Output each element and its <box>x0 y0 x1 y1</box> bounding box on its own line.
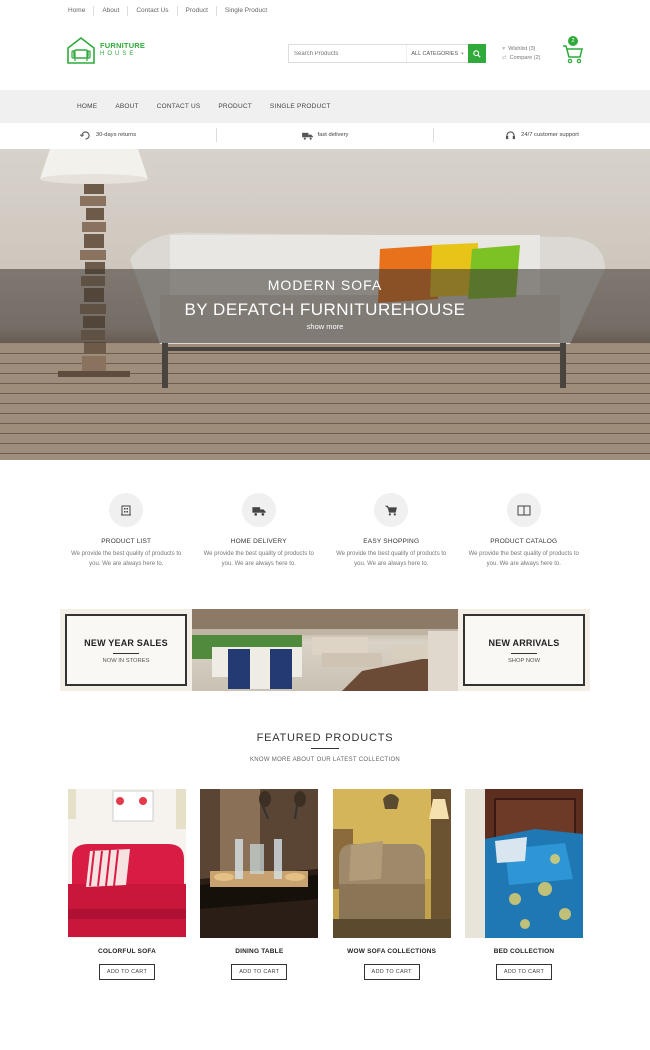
dining-table-image <box>200 789 319 938</box>
book-icon <box>517 505 531 515</box>
hero-slider[interactable]: MODERN SOFA BY DEFATCH FURNITUREHOUSE sh… <box>0 149 650 460</box>
cart-button[interactable]: 2 <box>562 36 584 64</box>
toplink-home[interactable]: Home <box>60 6 95 16</box>
promo-sub: SHOP NOW <box>507 658 541 664</box>
main-nav: HOME ABOUT CONTACT US PRODUCT SINGLE PRO… <box>0 90 650 123</box>
add-to-cart-button[interactable]: ADD TO CART <box>495 964 552 980</box>
feature-delivery: fast delivery <box>217 128 434 142</box>
toplink-single-product[interactable]: Single Product <box>217 6 275 16</box>
compare-link[interactable]: ⇄ Compare (2) <box>502 54 540 63</box>
search-bar: ALL CATEGORIES ▾ <box>288 44 486 63</box>
house-sofa-logo-icon <box>67 36 95 64</box>
cart-icon <box>384 505 397 516</box>
nav-contact-us[interactable]: CONTACT US <box>148 103 210 110</box>
featured-divider <box>311 748 339 749</box>
service-easy-shopping: EASY SHOPPING We provide the best qualit… <box>325 493 458 569</box>
product-card: DINING TABLE ADD TO CART <box>200 789 319 980</box>
search-input[interactable] <box>289 45 406 62</box>
service-desc: We provide the best quality of products … <box>203 551 314 567</box>
product-card: COLORFUL SOFA ADD TO CART <box>68 789 186 980</box>
product-image[interactable] <box>332 789 451 938</box>
service-desc: We provide the best quality of products … <box>468 551 579 567</box>
promo-divider <box>511 653 537 654</box>
category-select[interactable]: ALL CATEGORIES ▾ <box>406 45 468 62</box>
search-icon <box>473 49 481 58</box>
cart-count-badge: 2 <box>568 36 578 46</box>
promo-new-arrivals[interactable]: NEW ARRIVALS SHOP NOW <box>458 609 590 691</box>
promo-banner: NEW YEAR SALES NOW IN STORES NEW ARRIVAL… <box>60 609 590 691</box>
featured-title: FEATURED PRODUCTS <box>256 732 394 744</box>
add-to-cart-button[interactable]: ADD TO CART <box>99 964 155 980</box>
add-to-cart-button[interactable]: ADD TO CART <box>363 964 420 980</box>
nav-product[interactable]: PRODUCT <box>209 103 261 110</box>
feature-support: 24/7 customer support <box>434 128 650 142</box>
service-icon-circle <box>374 493 409 527</box>
return-icon <box>79 130 90 140</box>
service-icon-circle <box>241 493 276 527</box>
product-name[interactable]: BED COLLECTION <box>465 948 583 955</box>
add-to-cart-button[interactable]: ADD TO CART <box>231 964 288 980</box>
heart-icon: ♥ <box>502 46 506 52</box>
logo-line1: FURNITURE <box>100 41 146 50</box>
showroom-image <box>192 609 458 691</box>
service-desc: We provide the best quality of products … <box>336 551 447 567</box>
service-home-delivery: HOME DELIVERY We provide the best qualit… <box>193 493 326 569</box>
service-icon-circle <box>506 493 541 527</box>
featured-subtitle: KNOW MORE ABOUT OUR LATEST COLLECTION <box>249 757 401 763</box>
hero-show-more-link[interactable]: show more <box>0 322 650 331</box>
product-name[interactable]: DINING TABLE <box>200 948 318 955</box>
toplink-product[interactable]: Product <box>178 6 217 16</box>
wishlist-link[interactable]: ♥ Wishlist (3) <box>502 45 540 54</box>
category-select-label: ALL CATEGORIES <box>411 50 459 57</box>
promo-divider <box>113 653 139 654</box>
toplink-contact[interactable]: Contact Us <box>128 6 178 16</box>
truck-icon <box>301 132 313 140</box>
product-image[interactable] <box>68 789 186 938</box>
product-name[interactable]: WOW SOFA COLLECTIONS <box>333 948 451 955</box>
nav-about[interactable]: ABOUT <box>106 103 147 110</box>
toplink-about[interactable]: About <box>94 6 129 16</box>
logo-line2: HOUSE <box>100 51 137 57</box>
promo-heading: NEW YEAR SALES <box>84 638 168 648</box>
nav-home[interactable]: HOME <box>68 103 106 110</box>
promo-new-year-sales[interactable]: NEW YEAR SALES NOW IN STORES <box>60 609 192 691</box>
search-button[interactable] <box>468 44 486 63</box>
product-card: WOW SOFA COLLECTIONS ADD TO CART <box>332 789 451 980</box>
hero-subtitle: BY DEFATCH FURNITUREHOUSE <box>184 300 466 319</box>
product-image[interactable] <box>200 789 319 938</box>
product-card: BED COLLECTION ADD TO CART <box>464 789 583 980</box>
site-logo[interactable]: FURNITURE HOUSE <box>66 36 145 64</box>
service-desc: We provide the best quality of products … <box>71 551 182 567</box>
service-title: HOME DELIVERY <box>230 538 287 545</box>
truck-icon <box>252 506 266 516</box>
service-title: PRODUCT CATALOG <box>490 538 558 545</box>
services-row: PRODUCT LIST We provide the best quality… <box>60 493 590 569</box>
top-links: Home About Contact Us Product Single Pro… <box>60 6 275 16</box>
product-image[interactable] <box>464 789 583 938</box>
feature-returns: 30-days returns <box>0 128 217 142</box>
colorful-sofa-image <box>68 789 186 938</box>
wow-sofa-image <box>332 789 451 938</box>
nav-single-product[interactable]: SINGLE PRODUCT <box>261 103 340 110</box>
hero-title: MODERN SOFA <box>267 277 383 293</box>
promo-heading: NEW ARRIVALS <box>488 638 560 648</box>
bed-collection-image <box>464 789 583 938</box>
compare-icon: ⇄ <box>502 55 507 61</box>
product-grid: COLORFUL SOFA ADD TO CART DINING TABLE A… <box>68 789 583 980</box>
promo-sub: NOW IN STORES <box>102 658 150 664</box>
service-product-list: PRODUCT LIST We provide the best quality… <box>60 493 193 569</box>
header-links: ♥ Wishlist (3) ⇄ Compare (2) <box>502 45 540 63</box>
headset-icon <box>506 130 516 139</box>
showroom-scene-image <box>192 609 458 691</box>
service-title: PRODUCT LIST <box>101 538 152 545</box>
service-product-catalog: PRODUCT CATALOG We provide the best qual… <box>458 493 591 569</box>
features-strip: 30-days returns fast delivery 24/7 custo… <box>0 126 650 144</box>
service-title: EASY SHOPPING <box>363 538 420 545</box>
chevron-down-icon: ▾ <box>461 50 464 57</box>
product-name[interactable]: COLORFUL SOFA <box>68 948 186 955</box>
service-icon-circle <box>109 493 144 527</box>
building-icon <box>121 505 132 516</box>
